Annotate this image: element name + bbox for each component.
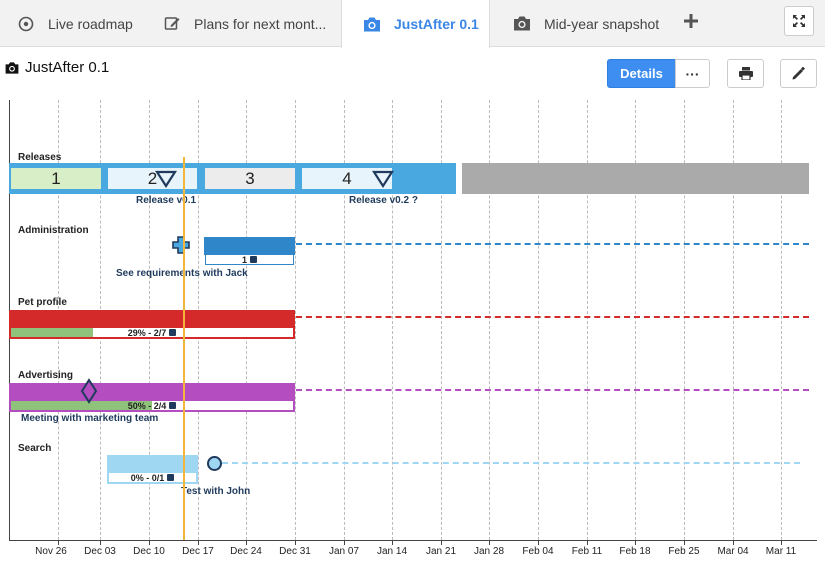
release-milestone-triangle-icon[interactable] [155, 170, 177, 188]
note-icon [169, 329, 177, 336]
axis-tick [489, 540, 490, 545]
axis-tick-label: Nov 26 [35, 546, 67, 557]
axis-tick [538, 540, 539, 545]
pet-profile-progress[interactable]: 29% - 2/7 [9, 326, 295, 339]
roadmap-timeline: Nov 26 Dec 03 Dec 10 Dec 17 Dec 24 Dec 3… [0, 100, 825, 563]
axis-tick [198, 540, 199, 545]
axis-tick [149, 540, 150, 545]
page-title: JustAfter 0.1 [4, 59, 109, 76]
x-axis [9, 540, 817, 541]
plus-icon [684, 14, 698, 28]
today-line [183, 157, 185, 540]
camera-icon [4, 61, 20, 75]
tab-justafter-0-1[interactable]: JustAfter 0.1 [341, 0, 490, 48]
progress-text: 29% - 2/7 [127, 327, 167, 338]
administration-bar[interactable] [204, 237, 295, 255]
axis-tick-label: Dec 17 [182, 546, 214, 557]
tab-label: JustAfter 0.1 [394, 16, 479, 32]
diamond-marker-icon[interactable] [80, 378, 98, 404]
axis-tick-label: Feb 04 [522, 546, 554, 557]
axis-tick [587, 540, 588, 545]
camera-icon [362, 14, 382, 34]
sprint-1[interactable]: 1 [11, 168, 101, 189]
progress-text: 0% - 0/1 [130, 472, 165, 483]
tab-mid-year-snapshot[interactable]: Mid-year snapshot [512, 0, 659, 47]
administration-dashed-extension [296, 243, 809, 245]
note-icon [167, 474, 175, 481]
add-tab-button[interactable] [680, 10, 702, 32]
print-button[interactable] [727, 59, 764, 88]
search-dashed-extension [222, 462, 800, 464]
advertising-dashed-extension [296, 389, 809, 391]
tab-live-roadmap[interactable]: Live roadmap [16, 0, 133, 47]
note-icon [250, 256, 257, 263]
tab-label: Live roadmap [48, 15, 133, 32]
fullscreen-button[interactable] [784, 6, 814, 36]
print-icon [738, 67, 753, 80]
edit-button[interactable] [780, 59, 817, 88]
milestone-label-v0-1: Release v0.1 [136, 195, 197, 206]
lane-label-administration: Administration [18, 225, 89, 236]
axis-tick [733, 540, 734, 545]
marker-label-marketing: Meeting with marketing team [21, 413, 159, 424]
axis-tick-label: Jan 07 [328, 546, 360, 557]
axis-tick [246, 540, 247, 545]
axis-tick [635, 540, 636, 545]
note-icon [169, 402, 177, 409]
axis-tick-label: Jan 14 [376, 546, 408, 557]
pet-profile-dashed-extension [296, 316, 809, 318]
sprint-3[interactable]: 3 [205, 168, 295, 189]
axis-tick-label: Feb 18 [619, 546, 651, 557]
axis-tick [58, 540, 59, 545]
axis-tick-label: Mar 11 [765, 546, 797, 557]
compass-icon [16, 14, 36, 34]
cross-marker-icon[interactable] [172, 236, 190, 254]
axis-tick-label: Feb 11 [571, 546, 603, 557]
release-future-bar[interactable] [462, 163, 809, 194]
axis-tick [441, 540, 442, 545]
axis-tick-label: Dec 03 [84, 546, 116, 557]
advertising-progress[interactable]: 50% - 2/4 [9, 399, 295, 412]
lane-label-pet-profile: Pet profile [18, 297, 67, 308]
administration-progress[interactable]: 1 [205, 254, 294, 265]
tab-bar: Live roadmap Plans for next mont... Just… [0, 0, 825, 48]
axis-tick [684, 540, 685, 545]
axis-tick [344, 540, 345, 545]
axis-tick-label: Dec 31 [279, 546, 311, 557]
progress-fill [11, 328, 93, 337]
details-button[interactable]: Details [607, 59, 676, 88]
axis-tick-label: Dec 10 [133, 546, 165, 557]
axis-tick [392, 540, 393, 545]
release-milestone-triangle-icon[interactable] [372, 170, 394, 188]
more-options-button[interactable]: ··· [675, 59, 710, 88]
marker-label-requirements: See requirements with Jack [116, 268, 248, 279]
circle-marker-icon[interactable] [206, 455, 223, 472]
axis-tick [100, 540, 101, 545]
axis-tick [295, 540, 296, 545]
camera-icon [512, 14, 532, 34]
milestone-label-v0-2: Release v0.2 ? [349, 195, 418, 206]
expand-icon [793, 15, 805, 27]
lane-label-releases: Releases [18, 152, 62, 163]
tab-plans-next-month[interactable]: Plans for next mont... [162, 0, 326, 47]
progress-text: 1 [241, 254, 247, 265]
axis-tick-label: Feb 25 [668, 546, 700, 557]
page-title-text: JustAfter 0.1 [25, 59, 110, 76]
progress-text: 50% - 2/4 [127, 400, 167, 411]
axis-tick-label: Jan 21 [425, 546, 457, 557]
axis-tick-label: Dec 24 [230, 546, 262, 557]
tab-label: Mid-year snapshot [544, 15, 660, 32]
axis-tick-label: Mar 04 [717, 546, 749, 557]
axis-tick [781, 540, 782, 545]
lane-label-advertising: Advertising [18, 370, 74, 381]
edit-icon [162, 14, 182, 34]
lane-label-search: Search [18, 443, 52, 454]
pencil-icon [792, 67, 805, 80]
marker-label-test-john: Test with John [181, 486, 251, 497]
axis-tick-label: Jan 28 [473, 546, 505, 557]
tab-label: Plans for next mont... [194, 15, 327, 32]
